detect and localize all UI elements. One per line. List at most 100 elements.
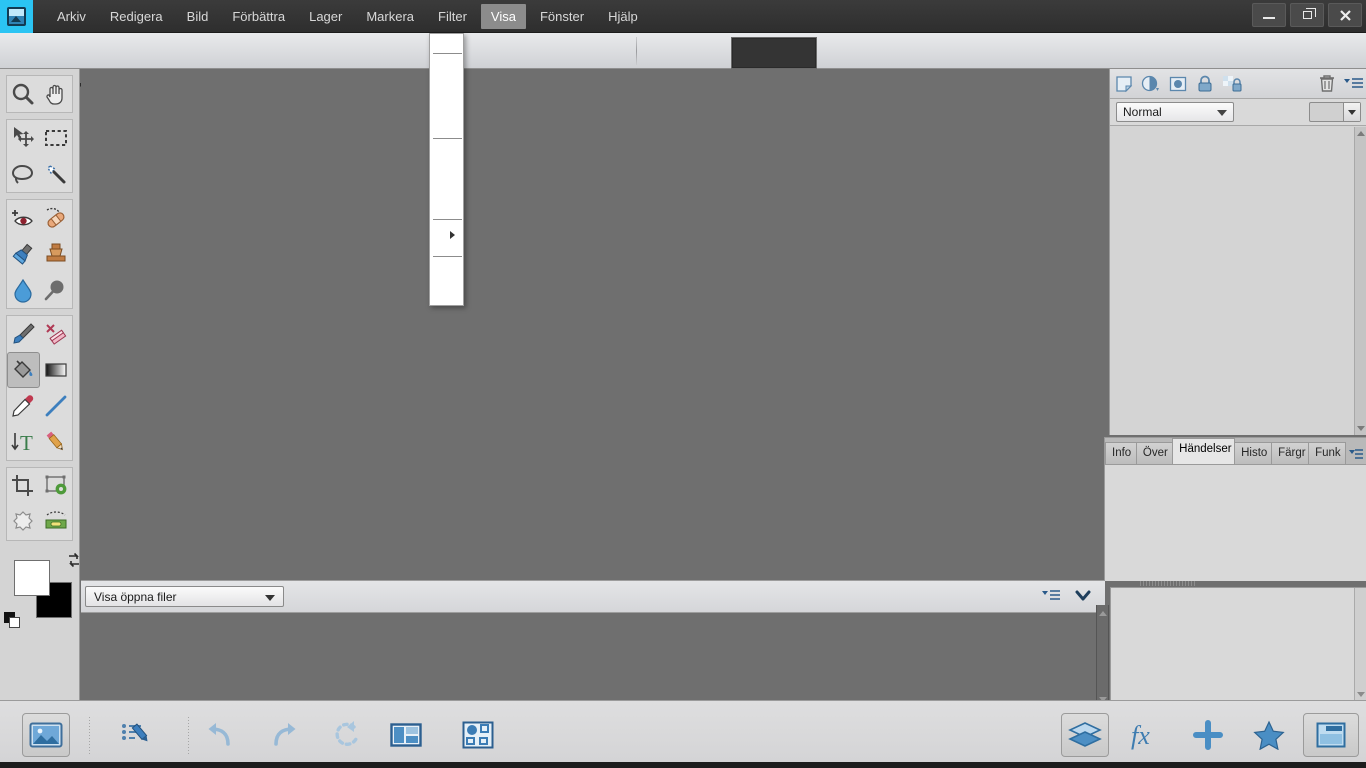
adjustment-layer-icon[interactable]	[1137, 71, 1164, 97]
menu-lager[interactable]: Lager	[299, 4, 352, 29]
tab-handelser[interactable]: Händelser	[1172, 438, 1236, 464]
canvas-area[interactable]	[81, 69, 1105, 580]
svg-text:T: T	[20, 431, 33, 455]
recompose-tool[interactable]	[40, 468, 73, 504]
toolgroup-paint: T	[6, 315, 73, 461]
pencil-tool[interactable]	[40, 424, 73, 460]
photo-bin-selector[interactable]: Visa öppna filer	[85, 586, 284, 607]
layer-opacity-field[interactable]	[1309, 102, 1361, 122]
lower-panel-scrollbar[interactable]	[1354, 588, 1366, 701]
visa-dropdown-menu[interactable]	[429, 33, 464, 306]
options-color-preview-swatch[interactable]	[731, 37, 817, 69]
layers-list[interactable]	[1110, 127, 1366, 435]
photo-bin-scrollbar[interactable]	[1096, 605, 1109, 708]
menu-redigera[interactable]: Redigera	[100, 4, 173, 29]
add-content-button[interactable]	[1184, 713, 1232, 757]
layers-scrollbar[interactable]	[1354, 127, 1366, 435]
straighten-tool[interactable]	[40, 504, 73, 540]
layers-panel-menu-icon[interactable]	[1340, 71, 1366, 97]
delete-layer-trash-icon[interactable]	[1313, 71, 1340, 97]
panel-drag-grip-icon[interactable]	[1140, 581, 1196, 586]
minimize-button[interactable]	[1252, 3, 1286, 27]
scroll-down-arrow-icon[interactable]	[1357, 426, 1365, 431]
reset-colors-icon[interactable]	[4, 612, 22, 630]
layer-mask-icon[interactable]	[1164, 71, 1191, 97]
tool-options-bar	[0, 33, 1366, 88]
dodge-tool[interactable]	[40, 272, 73, 308]
lock-all-icon[interactable]	[1191, 71, 1218, 97]
line-tool[interactable]	[40, 388, 73, 424]
magic-wand-tool[interactable]	[40, 156, 73, 192]
close-button[interactable]	[1328, 3, 1362, 27]
photo-organizer-button[interactable]	[22, 713, 70, 757]
tab-fargrutor[interactable]: Färgr	[1271, 442, 1310, 464]
red-eye-removal-tool[interactable]	[7, 200, 40, 236]
menu-visa[interactable]: Visa	[480, 3, 526, 29]
menu-bild[interactable]: Bild	[177, 4, 219, 29]
type-tool[interactable]: T	[7, 424, 40, 460]
rotate-button[interactable]	[325, 713, 373, 757]
tab-oversikt[interactable]: Över	[1135, 442, 1174, 464]
favorites-button[interactable]	[1245, 713, 1293, 757]
undo-button[interactable]	[196, 713, 244, 757]
photo-bin-content[interactable]	[81, 613, 1105, 700]
restore-button[interactable]	[1290, 3, 1324, 27]
menu-markera[interactable]: Markera	[356, 4, 424, 29]
menu-forbattra[interactable]: Förbättra	[222, 4, 295, 29]
taskbar-separator	[188, 717, 189, 755]
lower-side-panel[interactable]	[1110, 587, 1366, 701]
eyedropper-tool[interactable]	[7, 388, 40, 424]
panel-toggle-button[interactable]	[1303, 713, 1359, 757]
tab-info[interactable]: Info	[1105, 442, 1137, 464]
opacity-dropdown-button[interactable]	[1343, 103, 1360, 121]
menu-fonster[interactable]: Fönster	[530, 4, 594, 29]
swap-colors-icon[interactable]	[66, 552, 82, 568]
tab-funktioner[interactable]: Funk	[1308, 442, 1346, 464]
menu-arkiv[interactable]: Arkiv	[47, 4, 96, 29]
cookie-cutter-tool[interactable]	[7, 504, 40, 540]
menu-filter[interactable]: Filter	[428, 4, 477, 29]
healing-brush-tool[interactable]	[40, 200, 73, 236]
rectangular-marquee-tool[interactable]	[40, 120, 73, 156]
scroll-up-arrow-icon[interactable]	[1099, 611, 1107, 616]
scroll-up-arrow-icon[interactable]	[1357, 131, 1365, 136]
tab-panel-menu-icon[interactable]	[1345, 443, 1366, 464]
organizer-grid-button[interactable]	[454, 713, 502, 757]
new-layer-icon[interactable]	[1110, 71, 1137, 97]
layout-button[interactable]	[382, 713, 430, 757]
move-tool[interactable]	[7, 120, 40, 156]
tab-panel-body[interactable]	[1105, 464, 1366, 581]
foreground-color-swatch[interactable]	[14, 560, 50, 596]
crop-tool[interactable]	[7, 468, 40, 504]
menu-separator	[433, 138, 462, 139]
chevron-down-icon	[265, 595, 275, 601]
toolgroup-selection	[6, 119, 73, 193]
photo-bin-selector-value: Visa öppna filer	[94, 590, 177, 604]
hand-tool[interactable]	[40, 76, 73, 112]
blend-mode-select[interactable]: Normal	[1116, 102, 1234, 122]
smart-brush-tool[interactable]	[7, 236, 40, 272]
options-separator	[636, 37, 637, 65]
tab-historik[interactable]: Histo	[1234, 442, 1273, 464]
lasso-tool[interactable]	[7, 156, 40, 192]
edit-button[interactable]	[114, 713, 162, 757]
effects-button[interactable]: fx	[1123, 713, 1171, 757]
eraser-tool[interactable]	[40, 316, 73, 352]
gradient-tool[interactable]	[40, 352, 73, 388]
blend-mode-value: Normal	[1123, 105, 1162, 119]
redo-button[interactable]	[260, 713, 308, 757]
lock-transparency-icon[interactable]	[1218, 71, 1245, 97]
brush-tool[interactable]	[7, 316, 40, 352]
blur-tool[interactable]	[7, 272, 40, 308]
layers-panel-toolbar	[1110, 69, 1366, 99]
clone-stamp-tool[interactable]	[40, 236, 73, 272]
menu-hjalp[interactable]: Hjälp	[598, 4, 648, 29]
submenu-arrow-icon	[450, 231, 455, 239]
layers-button[interactable]	[1061, 713, 1109, 757]
tab-strip: Info Över Händelser Histo Färgr Funk	[1105, 438, 1366, 464]
photo-bin-collapse-chevron-down-icon[interactable]	[1075, 590, 1091, 605]
zoom-tool[interactable]	[7, 76, 40, 112]
scroll-down-arrow-icon[interactable]	[1357, 692, 1365, 697]
paint-bucket-tool[interactable]	[7, 352, 40, 388]
photo-bin-panel-menu-icon[interactable]	[1042, 589, 1060, 606]
